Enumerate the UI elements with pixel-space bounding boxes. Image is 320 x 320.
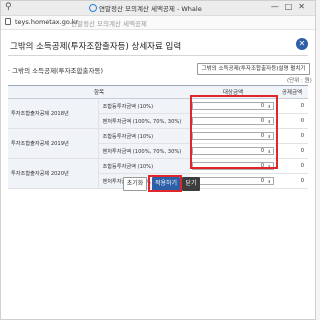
header-item: 항목 [8, 85, 190, 99]
deduction-value: 0 [276, 113, 308, 129]
table-row: 투자조합출자공제 2020년 조합등투자금액 (10%) 0 ⬍ 0 [8, 158, 308, 189]
row-sub-label: 조합등투자금액 (10%) [98, 98, 190, 114]
window-titlebar: ⚲ 연말정산 모의계산 세액공제 - Whale —□✕ [1, 1, 315, 16]
deduction-value: 0 [276, 98, 308, 114]
deduction-value: 0 [276, 128, 308, 144]
deduction-value: 0 [276, 143, 308, 159]
row-sub-label: 벤처투자금액 (100%, 70%, 30%) [98, 143, 190, 159]
guide-expand-button[interactable]: 그밖의 소득공제(투자조합출자등)설명 펼치기 [197, 63, 310, 75]
stepper-icon[interactable]: ⬍ [268, 148, 271, 155]
stepper-icon[interactable]: ⬍ [268, 163, 271, 170]
lock-icon [5, 18, 11, 25]
header-deduction: 공제금액 [276, 85, 308, 99]
minimize-button[interactable]: — [271, 2, 285, 11]
deduction-value: 0 [276, 158, 308, 174]
url-page-title: 연말정산 모의계산 세액공제 [71, 20, 147, 28]
apply-button[interactable]: 적용하기 [152, 177, 180, 191]
unit-label: (단위 : 원) [287, 78, 312, 84]
table-header-row: 항목 대상금액 공제금액 [8, 85, 308, 99]
close-icon[interactable]: ✕ [296, 38, 308, 50]
amount-input[interactable]: 0 ⬍ [192, 162, 274, 170]
stepper-icon[interactable]: ⬍ [268, 103, 271, 110]
popup-window: ⚲ 연말정산 모의계산 세액공제 - Whale —□✕ teys.hometa… [0, 0, 316, 320]
deduction-table: 항목 대상금액 공제금액 투자조합출자공제 2018년 조합등투자금액 (10%… [8, 85, 308, 189]
url-host: teys.hometax.go.kr [15, 18, 79, 26]
pin-icon[interactable]: ⚲ [5, 2, 12, 12]
whale-icon [89, 4, 97, 12]
window-close-button[interactable]: ✕ [298, 2, 311, 11]
window-title: 연말정산 모의계산 세액공제 - Whale [89, 3, 202, 13]
header-amount: 대상금액 [190, 85, 276, 99]
row-sub-label: 벤처투자금액 (100%, 70%, 30%) [98, 113, 190, 129]
amount-input[interactable]: 0 ⬍ [192, 147, 274, 155]
table-row: 투자조합출자공제 2018년 조합등투자금액 (10%) 0 ⬍ 0 [8, 98, 308, 129]
amount-input[interactable]: 0 ⬍ [192, 132, 274, 140]
row-sub-label: 조합등투자금액 (10%) [98, 158, 190, 174]
address-bar[interactable]: teys.hometax.go.kr 연말정산 모의계산 세액공제 [1, 16, 315, 30]
row-sub-label: 조합등투자금액 (10%) [98, 128, 190, 144]
stepper-icon[interactable]: ⬍ [268, 133, 271, 140]
page-title: 그밖의 소득공제(투자조합출자등) 상세자료 입력 [10, 42, 182, 52]
action-bar: 초기화 적용하기 닫기 [1, 177, 315, 191]
section-title: · 그밖의 소득공제(투자조합출자등) [8, 67, 103, 75]
window-controls[interactable]: —□✕ [271, 2, 311, 11]
maximize-button[interactable]: □ [285, 2, 299, 11]
reset-button[interactable]: 초기화 [123, 177, 147, 191]
amount-input[interactable]: 0 ⬍ [192, 117, 274, 125]
amount-input[interactable]: 0 ⬍ [192, 102, 274, 110]
close-button[interactable]: 닫기 [182, 177, 200, 191]
group-label-2018: 투자조합출자공제 2018년 [8, 98, 99, 129]
group-label-2019: 투자조합출자공제 2019년 [8, 128, 99, 159]
dialog-header: 그밖의 소득공제(투자조합출자등) 상세자료 입력 ✕ [8, 37, 308, 53]
divider [8, 55, 308, 56]
table-row: 투자조합출자공제 2019년 조합등투자금액 (10%) 0 ⬍ 0 [8, 128, 308, 159]
stepper-icon[interactable]: ⬍ [268, 118, 271, 125]
